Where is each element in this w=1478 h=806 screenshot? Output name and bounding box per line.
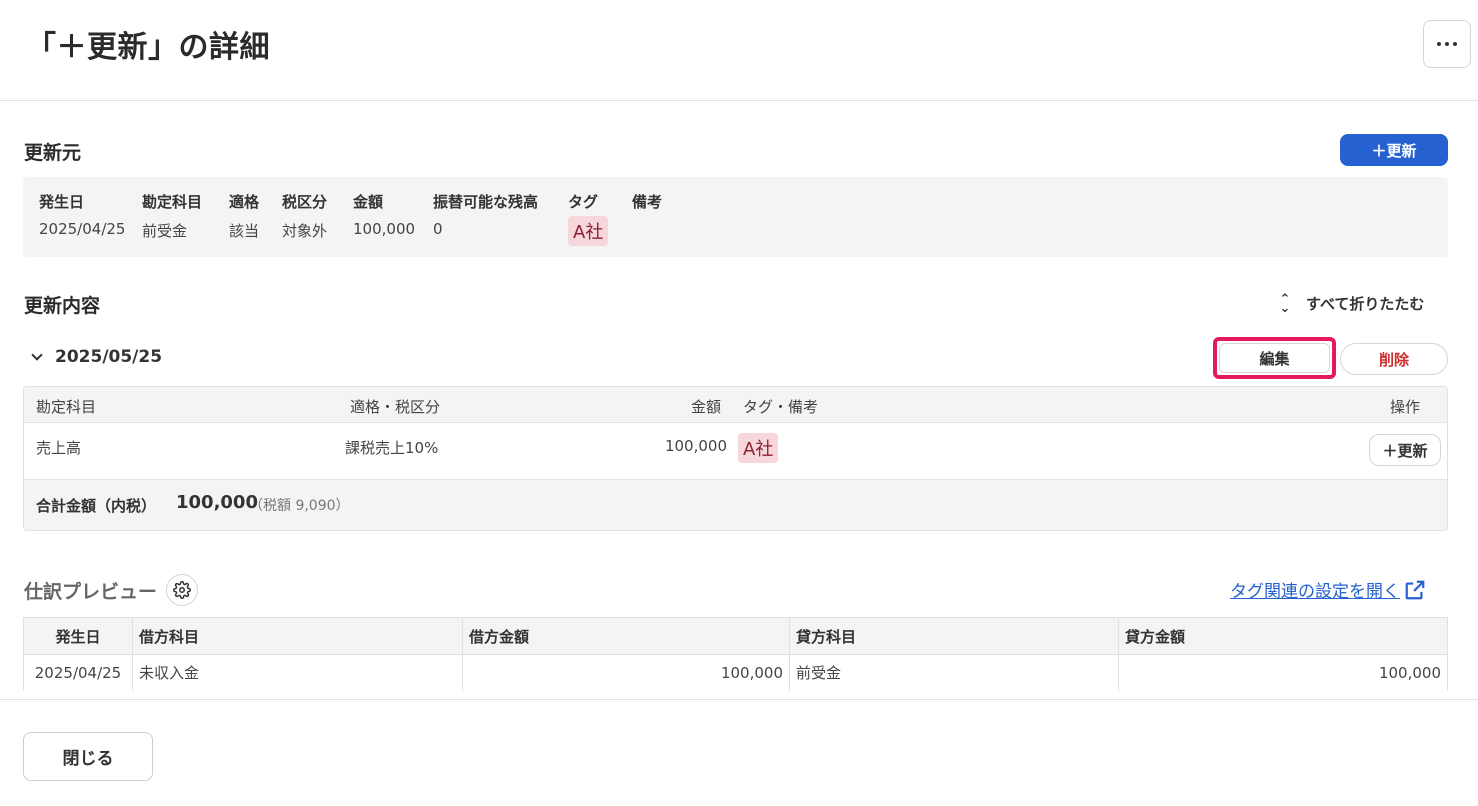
tag-badge: A社 [738, 433, 779, 463]
modal-footer: 閉じる [0, 699, 1478, 806]
close-button[interactable]: 閉じる [23, 732, 153, 781]
update-section-title: 更新内容 [24, 295, 101, 317]
source-amount: 100,000 [353, 220, 416, 238]
total-label: 合計金額（内税） [36, 497, 157, 515]
row-tax: 課税売上10% [345, 439, 439, 457]
more-options-button[interactable] [1423, 20, 1471, 68]
col-header-memo: 備考 [632, 193, 663, 211]
total-amount: 100,000 [176, 492, 258, 513]
source-section-title: 更新元 [24, 142, 82, 164]
th-tax: 適格・税区分 [350, 398, 441, 416]
delete-button[interactable]: 削除 [1340, 343, 1448, 375]
gear-icon [173, 581, 191, 599]
col-header-tax: 税区分 [282, 193, 328, 211]
th-debit-amount: 借方金額 [462, 617, 790, 655]
source-date: 2025/04/25 [39, 220, 126, 238]
tax-note: （税額 9,090） [249, 498, 350, 514]
more-horizontal-icon [1437, 42, 1441, 46]
col-header-qualified: 適格 [229, 193, 260, 211]
source-balance: 0 [433, 220, 443, 238]
th-action: 操作 [1389, 398, 1420, 416]
tag-badge: A社 [568, 216, 609, 246]
row-amount: 100,000 [664, 437, 727, 455]
th-account: 勘定科目 [36, 398, 97, 416]
table-row: 売上高 課税売上10% 100,000 A社 ＋更新 [24, 423, 1447, 480]
table-row: 2025/04/25 未収入金 100,000 前受金 100,000 [23, 654, 1448, 691]
th-tag: タグ・備考 [743, 398, 819, 416]
row-add-update-button[interactable]: ＋更新 [1369, 434, 1441, 466]
add-update-button[interactable]: ＋更新 [1340, 134, 1448, 166]
update-detail-table: 勘定科目 適格・税区分 金額 タグ・備考 操作 売上高 課税売上10% 100,… [23, 386, 1448, 531]
update-group-date: 2025/05/25 [55, 347, 163, 367]
source-summary: 発生日 2025/04/25 勘定科目 前受金 適格 該当 税区分 対象外 金額… [23, 177, 1448, 257]
modal-header: 「＋更新」の詳細 [0, 0, 1478, 101]
collapse-all-label: すべて折りたたむ [1306, 295, 1425, 313]
collapse-all-button[interactable]: ⌃ ⌄ すべて折りたたむ [1276, 291, 1425, 316]
je-credit-account: 前受金 [789, 654, 1119, 691]
source-tax: 対象外 [282, 222, 328, 240]
je-credit-amount: 100,000 [1118, 654, 1448, 691]
update-group-toggle[interactable]: 2025/05/25 [31, 347, 163, 367]
collapse-icon: ⌃ ⌄ [1279, 291, 1291, 316]
edit-button[interactable]: 編集 [1219, 343, 1330, 373]
col-header-date: 発生日 [39, 193, 85, 211]
tag-settings-link[interactable]: タグ関連の設定を開く [1230, 577, 1426, 602]
external-link-icon [1405, 580, 1425, 599]
th-credit-amount: 貸方金額 [1118, 617, 1448, 655]
tag-settings-link-label: タグ関連の設定を開く [1230, 582, 1400, 602]
detail-table-header: 勘定科目 適格・税区分 金額 タグ・備考 操作 [24, 387, 1447, 423]
th-credit-account: 貸方科目 [789, 617, 1119, 655]
chevron-down-icon [31, 349, 43, 361]
detail-table-total: 合計金額（内税） 100,000 （税額 9,090） [24, 480, 1447, 530]
col-header-tag: タグ [568, 193, 599, 211]
preview-title: 仕訳プレビュー [24, 581, 158, 603]
th-debit-account: 借方科目 [132, 617, 463, 655]
source-account: 前受金 [142, 222, 188, 240]
je-debit-account: 未収入金 [132, 654, 463, 691]
je-date: 2025/04/25 [23, 654, 133, 691]
row-account: 売上高 [36, 439, 82, 457]
modal-content[interactable]: 更新元 ＋更新 発生日 2025/04/25 勘定科目 前受金 適格 該当 税区… [0, 101, 1478, 699]
page-title: 「＋更新」の詳細 [26, 30, 270, 65]
col-header-amount: 金額 [353, 193, 384, 211]
source-qualified: 該当 [229, 222, 260, 240]
th-amount: 金額 [690, 398, 721, 416]
je-debit-amount: 100,000 [462, 654, 790, 691]
col-header-account: 勘定科目 [142, 193, 203, 211]
col-header-balance: 振替可能な残高 [433, 193, 539, 211]
journal-preview-table: 発生日 借方科目 借方金額 貸方科目 貸方金額 2025/04/25 未収入金 … [23, 617, 1448, 691]
th-date: 発生日 [23, 617, 133, 655]
preview-settings-button[interactable] [166, 574, 198, 606]
